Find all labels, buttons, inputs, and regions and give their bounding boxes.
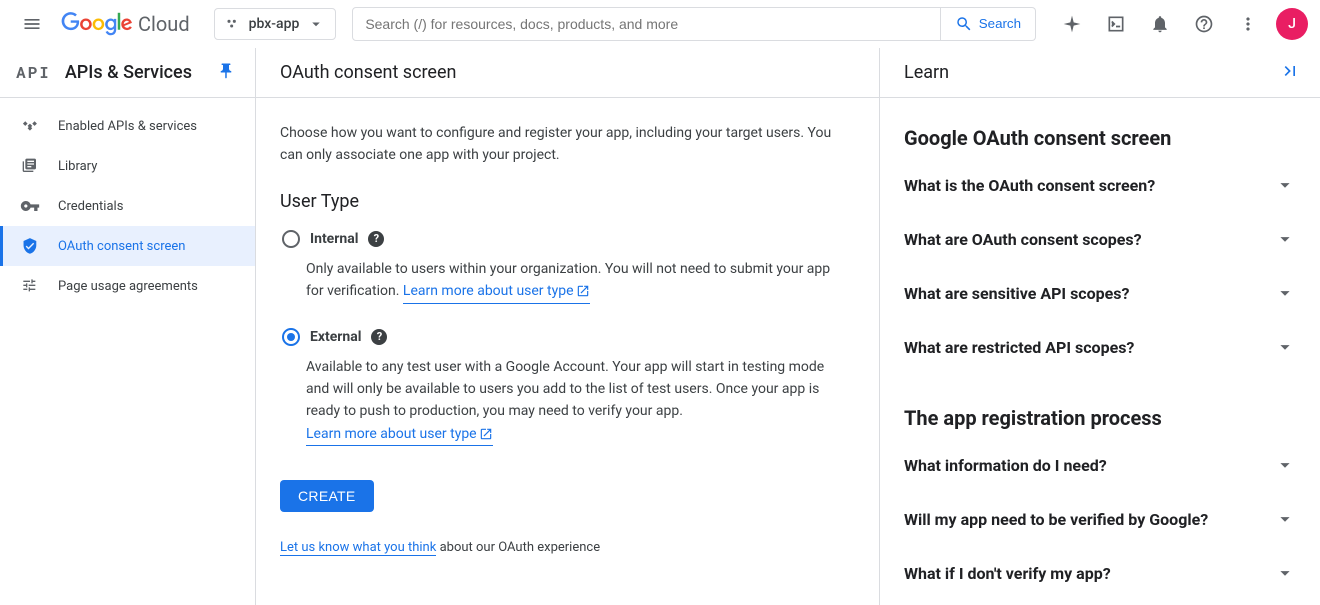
help-external-icon[interactable]: ? — [371, 329, 387, 345]
sidebar-item-label: Library — [58, 159, 97, 174]
learn-more-internal-link[interactable]: Learn more about user type — [403, 280, 590, 303]
chevron-down-icon — [1274, 562, 1296, 584]
intro-text: Choose how you want to configure and reg… — [280, 122, 832, 167]
learn-section-2: The app registration process — [904, 406, 1296, 430]
logo-cloud-text: Cloud — [138, 12, 190, 36]
enabled-apis-icon — [20, 116, 40, 136]
help-internal-icon[interactable]: ? — [368, 231, 384, 247]
project-icon — [225, 16, 241, 32]
gemini-icon[interactable] — [1052, 4, 1092, 44]
avatar[interactable]: J — [1276, 8, 1308, 40]
oauth-consent-icon — [20, 236, 40, 256]
sidebar-title: APIs & Services — [65, 62, 192, 83]
accordion-q7[interactable]: What if I don't verify my app? — [904, 546, 1296, 600]
external-link-icon — [576, 284, 590, 298]
sidebar: API APIs & Services Enabled APIs & servi… — [0, 48, 256, 605]
credentials-icon — [20, 196, 40, 216]
project-picker[interactable]: pbx-app — [214, 8, 337, 40]
external-description: Available to any test user with a Google… — [306, 356, 832, 447]
chevron-down-icon — [1274, 454, 1296, 476]
project-name: pbx-app — [249, 16, 300, 32]
sidebar-item-page-usage[interactable]: Page usage agreements — [0, 266, 255, 306]
radio-external-label: External — [310, 329, 361, 345]
main-content: OAuth consent screen Choose how you want… — [256, 48, 880, 605]
sidebar-item-credentials[interactable]: Credentials — [0, 186, 255, 226]
external-link-icon — [479, 427, 493, 441]
feedback-line: Let us know what you think about our OAu… — [280, 540, 832, 555]
pin-icon[interactable] — [217, 62, 235, 84]
chevron-down-icon — [1274, 508, 1296, 530]
create-button[interactable]: CREATE — [280, 480, 374, 512]
chevron-down-icon — [1274, 282, 1296, 304]
sidebar-item-enabled-apis[interactable]: Enabled APIs & services — [0, 106, 255, 146]
accordion-q4[interactable]: What are restricted API scopes? — [904, 320, 1296, 374]
accordion-q1[interactable]: What is the OAuth consent screen? — [904, 158, 1296, 212]
menu-icon[interactable] — [12, 4, 52, 44]
page-title: OAuth consent screen — [256, 48, 879, 98]
user-type-heading: User Type — [280, 191, 832, 212]
sidebar-item-label: Page usage agreements — [58, 279, 198, 294]
library-icon — [20, 156, 40, 176]
learn-panel: Learn Google OAuth consent screen What i… — [880, 48, 1320, 605]
dropdown-icon — [307, 15, 325, 33]
accordion-q3[interactable]: What are sensitive API scopes? — [904, 266, 1296, 320]
sidebar-item-oauth-consent[interactable]: OAuth consent screen — [0, 226, 255, 266]
accordion-q5[interactable]: What information do I need? — [904, 438, 1296, 492]
notifications-icon[interactable] — [1140, 4, 1180, 44]
sidebar-item-library[interactable]: Library — [0, 146, 255, 186]
radio-internal[interactable] — [282, 230, 300, 248]
radio-external[interactable] — [282, 328, 300, 346]
learn-section-1: Google OAuth consent screen — [904, 126, 1296, 150]
google-cloud-logo[interactable]: Cloud — [60, 12, 190, 36]
search-button[interactable]: Search — [941, 7, 1036, 41]
radio-internal-label: Internal — [310, 231, 358, 247]
accordion-q2[interactable]: What are OAuth consent scopes? — [904, 212, 1296, 266]
api-badge: API — [16, 62, 51, 83]
page-usage-icon — [20, 276, 40, 296]
learn-more-external-link[interactable]: Learn more about user type — [306, 423, 493, 446]
internal-description: Only available to users within your orga… — [306, 258, 832, 304]
top-header: Cloud pbx-app Search J — [0, 0, 1320, 48]
learn-title: Learn — [904, 62, 949, 83]
feedback-link[interactable]: Let us know what you think — [280, 540, 436, 556]
chevron-down-icon — [1274, 336, 1296, 358]
search-icon — [955, 15, 973, 33]
accordion-q6[interactable]: Will my app need to be verified by Googl… — [904, 492, 1296, 546]
sidebar-item-label: Enabled APIs & services — [58, 119, 197, 134]
chevron-down-icon — [1274, 228, 1296, 250]
collapse-panel-icon[interactable] — [1280, 61, 1300, 85]
more-icon[interactable] — [1228, 4, 1268, 44]
sidebar-item-label: Credentials — [58, 199, 123, 214]
search-input[interactable] — [352, 7, 940, 41]
cloud-shell-icon[interactable] — [1096, 4, 1136, 44]
help-icon[interactable] — [1184, 4, 1224, 44]
chevron-down-icon — [1274, 174, 1296, 196]
sidebar-item-label: OAuth consent screen — [58, 239, 185, 254]
